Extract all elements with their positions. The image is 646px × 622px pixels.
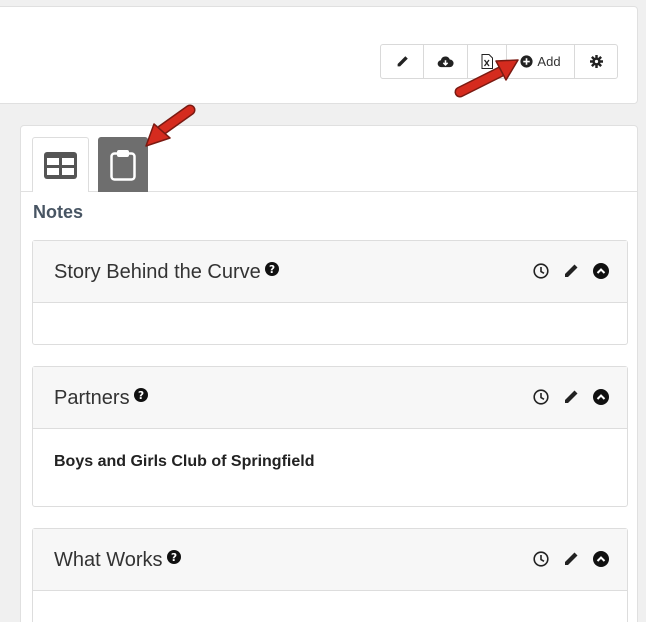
view-tabs	[21, 126, 637, 192]
help-icon[interactable]: ?	[264, 259, 279, 282]
excel-file-icon	[481, 54, 493, 69]
collapse-icon[interactable]	[592, 388, 609, 405]
note-panel: What Works ?	[32, 528, 628, 622]
collapse-icon[interactable]	[592, 550, 609, 567]
panel-actions	[532, 388, 609, 405]
table-grid-icon	[44, 151, 77, 179]
notes-card: Notes Story Behind the Curve ? Partners …	[20, 125, 638, 622]
history-icon[interactable]	[532, 262, 549, 279]
add-button[interactable]: Add	[507, 45, 575, 78]
edit-icon[interactable]	[562, 262, 579, 279]
pencil-icon	[397, 56, 408, 67]
settings-button[interactable]	[575, 45, 617, 78]
panel-header: What Works ?	[33, 529, 627, 591]
edit-icon[interactable]	[562, 550, 579, 567]
history-icon[interactable]	[532, 388, 549, 405]
add-button-label: Add	[537, 54, 561, 69]
svg-text:?: ?	[269, 264, 275, 276]
edit-button[interactable]	[381, 45, 424, 78]
note-panel: Story Behind the Curve ?	[32, 240, 628, 345]
panel-header: Story Behind the Curve ?	[33, 241, 627, 303]
panel-title: Story Behind the Curve ?	[54, 261, 279, 284]
notes-heading: Notes	[33, 202, 84, 222]
help-icon[interactable]: ?	[166, 547, 181, 570]
export-excel-button[interactable]	[468, 45, 507, 78]
tab-notes-view[interactable]	[98, 137, 148, 192]
panel-body-text: Boys and Girls Club of Springfield	[54, 453, 315, 470]
note-panel: Partners ? Boys and Girls Club of Spring…	[32, 366, 628, 507]
svg-text:?: ?	[171, 552, 177, 564]
panel-title: What Works ?	[54, 549, 181, 572]
edit-icon[interactable]	[562, 388, 579, 405]
header-card: Add	[0, 6, 638, 104]
cloud-download-icon	[437, 56, 454, 67]
gear-icon	[589, 55, 603, 68]
panel-title-text: Story Behind the Curve	[54, 261, 261, 283]
help-icon[interactable]: ?	[133, 385, 148, 408]
panel-title: Partners ?	[54, 387, 148, 410]
panel-title-text: What Works	[54, 549, 163, 571]
panel-title-text: Partners	[54, 387, 130, 409]
panel-header: Partners ?	[33, 367, 627, 429]
toolbar: Add	[380, 44, 618, 79]
collapse-icon[interactable]	[592, 262, 609, 279]
svg-text:?: ?	[138, 390, 144, 402]
clipboard-icon	[110, 149, 136, 181]
history-icon[interactable]	[532, 550, 549, 567]
panel-actions	[532, 550, 609, 567]
download-button[interactable]	[424, 45, 468, 78]
plus-circle-icon	[520, 55, 534, 68]
panel-actions	[532, 262, 609, 279]
tab-table-view[interactable]	[32, 137, 89, 192]
